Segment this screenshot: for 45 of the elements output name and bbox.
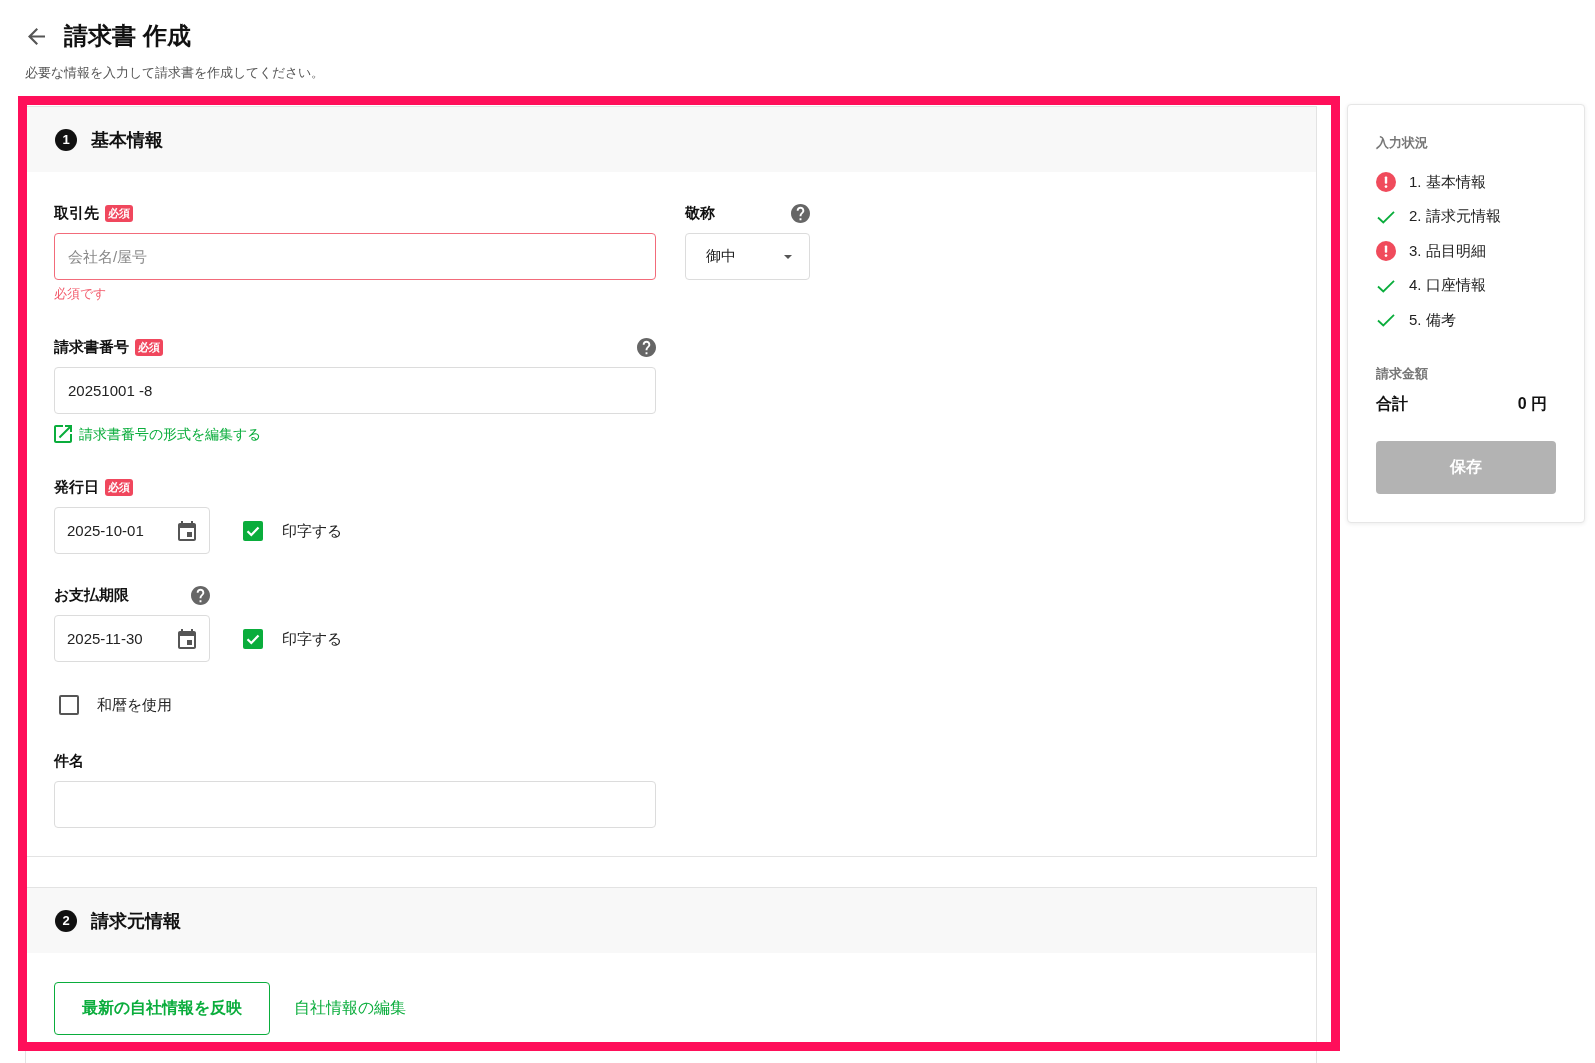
help-icon[interactable] — [791, 203, 810, 223]
date-input[interactable]: 2025-10-01 — [54, 507, 210, 554]
panel-heading: 入力状況 — [1376, 134, 1428, 152]
total-label: 合計 — [1376, 394, 1408, 414]
checkbox[interactable] — [243, 628, 263, 649]
field-label: 取引先 — [54, 203, 99, 223]
help-icon[interactable] — [637, 337, 656, 357]
back-arrow-icon[interactable] — [28, 27, 45, 45]
field-label: 発行日 — [54, 477, 99, 497]
subject-input[interactable] — [54, 781, 656, 828]
total-amount: 0 円 — [1517, 394, 1547, 414]
required-tag: 必須 — [135, 338, 163, 356]
calendar-icon — [178, 628, 196, 649]
date-input[interactable]: 2025-11-30 — [54, 615, 210, 662]
error-message: 必須です — [54, 286, 106, 302]
external-link-icon — [54, 425, 72, 443]
field-label: 件名 — [54, 751, 84, 771]
checkbox-label[interactable]: 印字する — [282, 628, 342, 649]
invoice-number-input[interactable]: 20251001 -8 — [54, 367, 656, 414]
progress-item[interactable]: 1. 基本情報 — [1409, 172, 1486, 192]
section-title: 請求元情報 — [91, 909, 181, 933]
checkbox[interactable] — [243, 520, 263, 541]
required-tag: 必須 — [105, 204, 133, 222]
help-icon[interactable] — [191, 585, 210, 605]
checkbox[interactable] — [59, 695, 79, 715]
caret-icon — [784, 254, 792, 259]
progress-item[interactable]: 3. 品目明細 — [1409, 241, 1486, 261]
checkbox-label[interactable]: 和暦を使用 — [97, 695, 172, 715]
progress-item[interactable]: 2. 請求元情報 — [1409, 207, 1501, 226]
required-tag: 必須 — [105, 478, 133, 496]
checkbox-label[interactable]: 印字する — [282, 520, 342, 541]
client-name-input[interactable]: 会社名/屋号 — [54, 233, 656, 280]
field-label: 敬称 — [685, 203, 715, 223]
honorific-select[interactable]: 御中 — [685, 233, 810, 280]
progress-item[interactable]: 4. 口座情報 — [1409, 276, 1486, 295]
page-title: 請求書 作成 — [64, 21, 191, 51]
calendar-icon — [178, 520, 196, 541]
progress-item[interactable]: 5. 備考 — [1409, 310, 1456, 330]
field-label: 請求書番号 — [54, 337, 129, 357]
section-title: 基本情報 — [91, 128, 163, 152]
step-number: 2 — [55, 909, 77, 932]
step-number: 1 — [55, 128, 77, 151]
field-label: お支払期限 — [54, 585, 129, 605]
panel-heading: 請求金額 — [1376, 365, 1428, 383]
page-subtitle: 必要な情報を入力して請求書を作成してください。 — [25, 64, 324, 82]
